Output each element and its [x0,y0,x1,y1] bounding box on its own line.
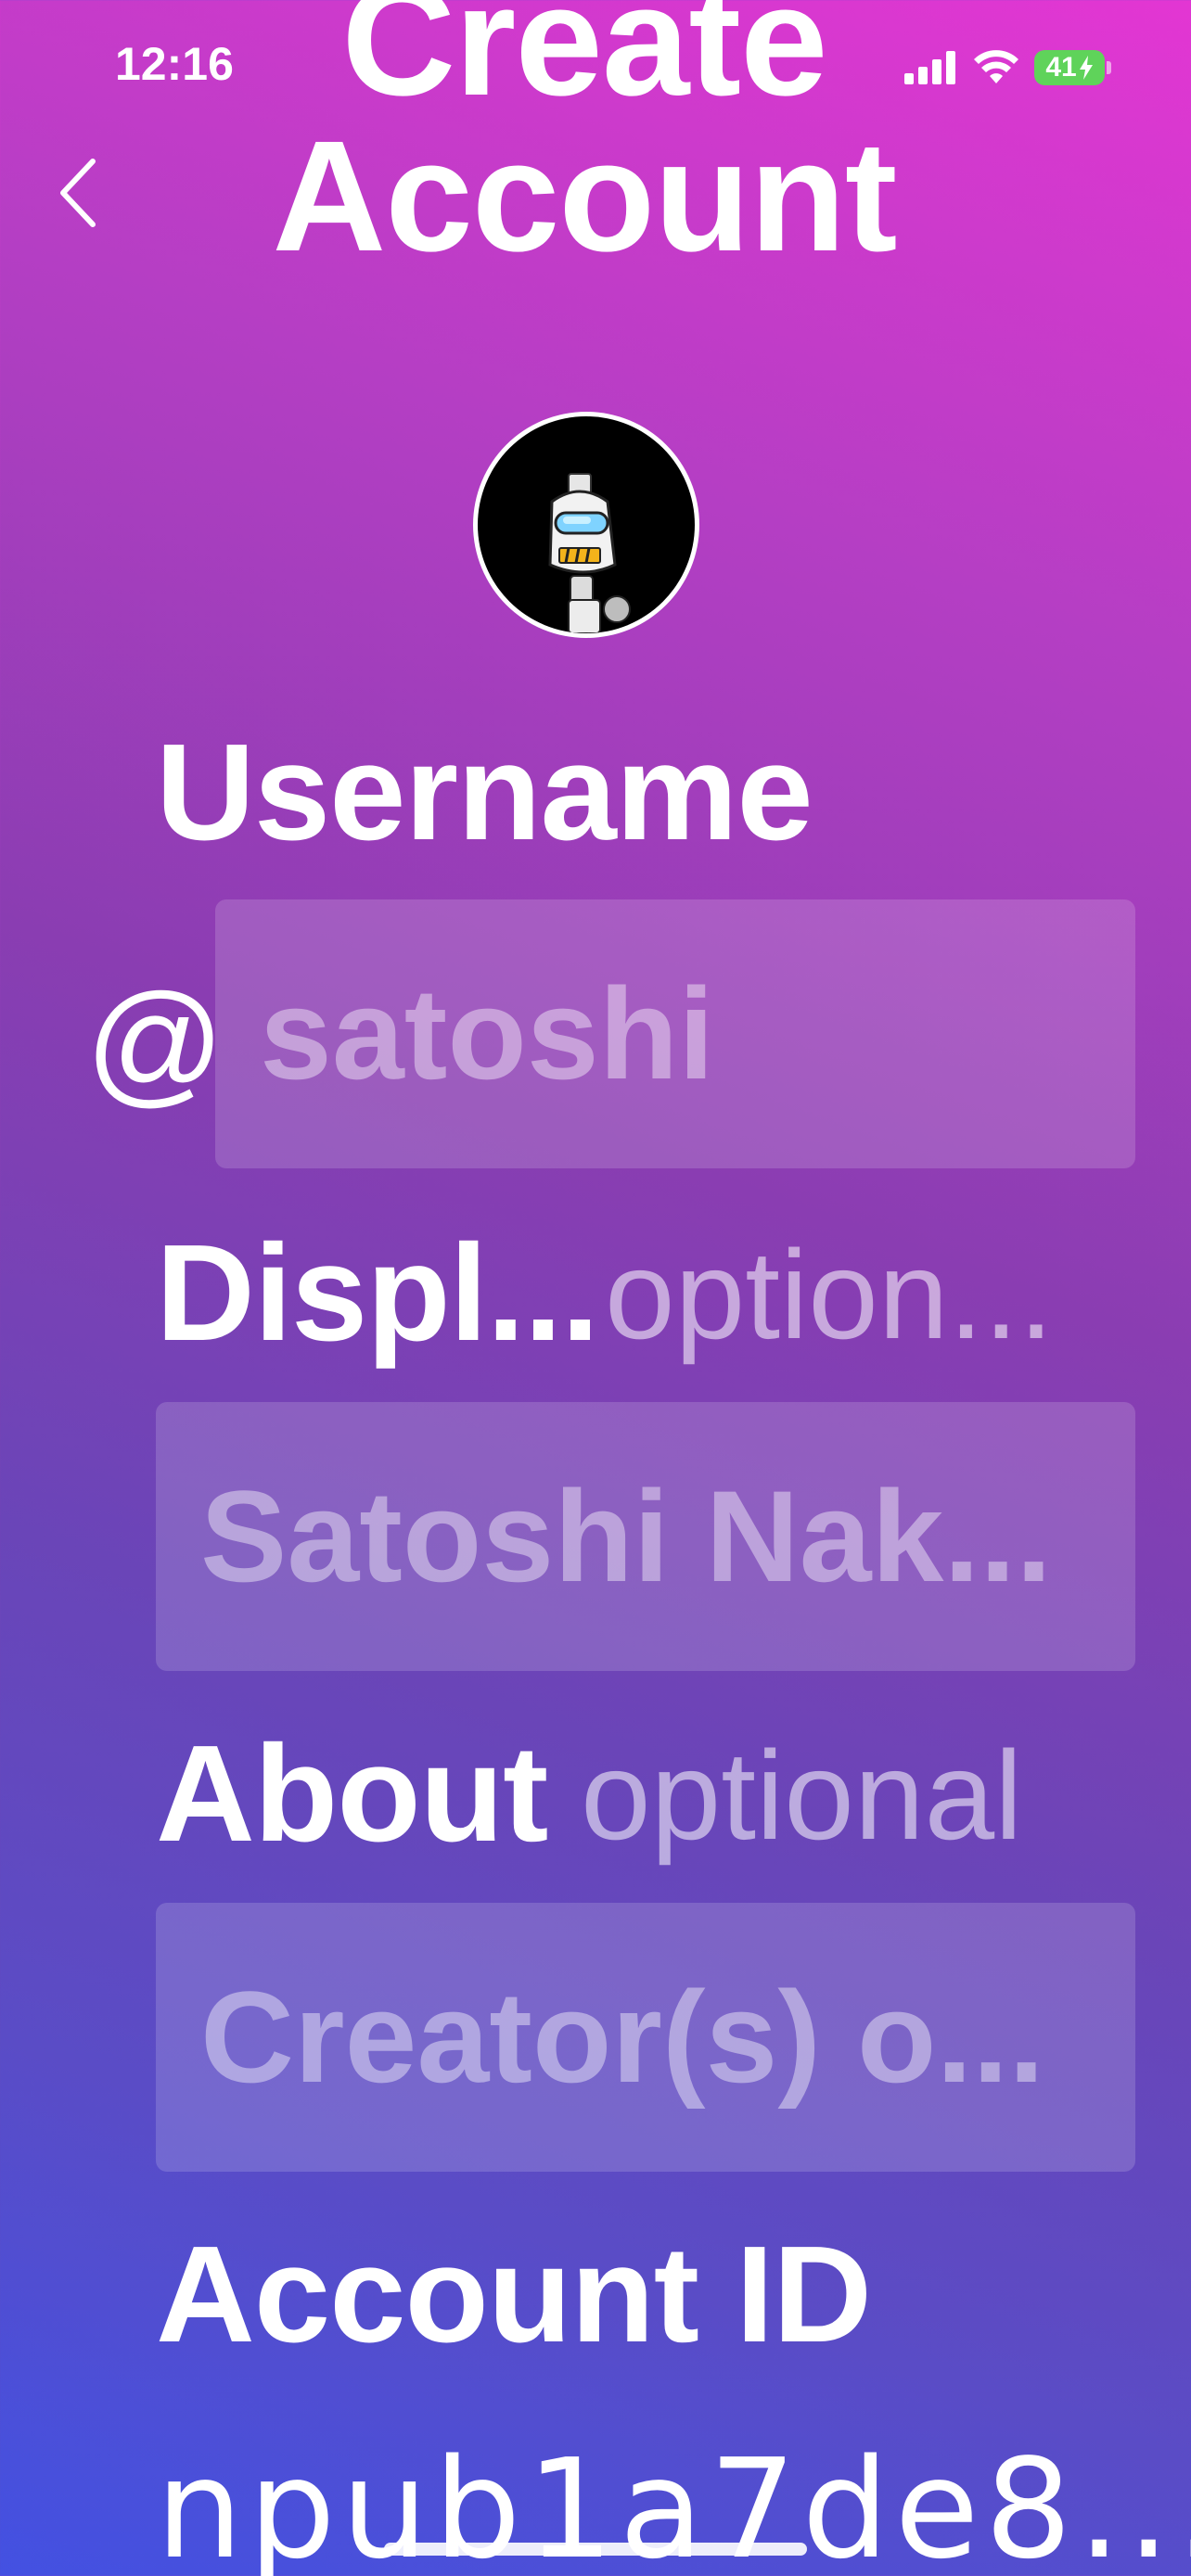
about-placeholder: Creator(s) o... [200,1964,1045,2110]
display-name-label: Displ... [156,1217,599,1370]
robot-avatar-icon [548,473,631,633]
page-title-line1: Create [341,0,827,129]
status-time: 12:16 [115,38,234,90]
about-label: About [156,1717,548,1870]
home-indicator[interactable] [384,2543,807,2556]
account-id-label: Account ID [156,2218,872,2371]
cellular-signal-icon [904,51,955,84]
page-title: Create Account [260,0,909,285]
battery-level: 41 [1045,52,1077,83]
wifi-icon [974,50,1018,83]
status-icons: 41 [904,45,1111,91]
display-name-hint: option... [605,1224,1054,1365]
display-name-input[interactable]: Satoshi Nak... [156,1402,1135,1671]
chevron-left-icon [60,159,96,227]
back-button[interactable] [52,156,111,230]
page-title-line2: Account [272,108,898,285]
username-input[interactable]: satoshi [215,899,1135,1168]
username-placeholder: satoshi [260,961,715,1106]
username-label: Username [156,716,813,869]
battery-charging-icon: 41 [1034,50,1105,85]
avatar[interactable] [473,412,699,638]
about-input[interactable]: Creator(s) o... [156,1903,1135,2172]
username-prefix: @ [85,966,225,1119]
display-name-placeholder: Satoshi Nak... [200,1463,1053,1609]
about-hint: optional [581,1725,1023,1866]
